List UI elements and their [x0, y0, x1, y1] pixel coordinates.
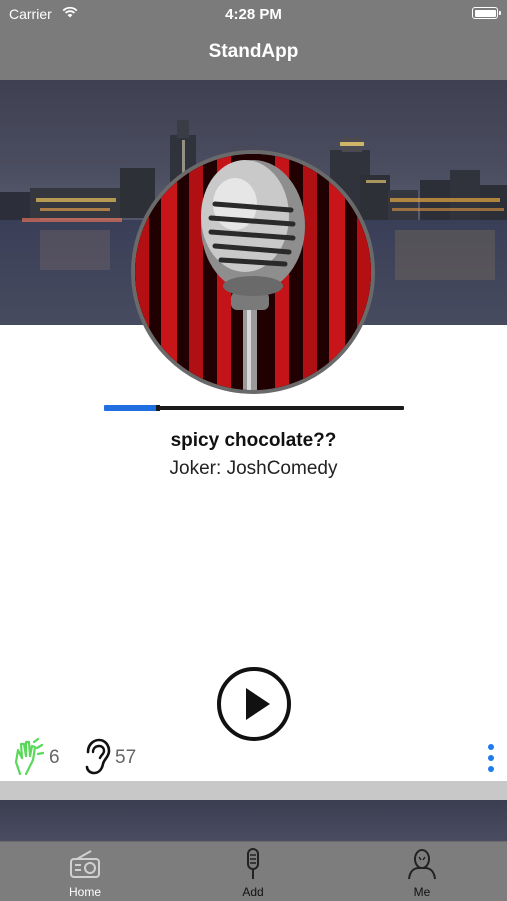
microphone-stage-image	[131, 150, 375, 394]
joke-title: spicy chocolate??	[170, 430, 337, 451]
battery-icon	[472, 7, 501, 19]
playback-progress-fill	[104, 405, 158, 411]
play-button[interactable]	[217, 667, 291, 741]
card-separator	[0, 781, 507, 800]
radio-icon	[70, 850, 100, 878]
ear-icon[interactable]	[82, 738, 112, 776]
playback-progress-handle[interactable]	[156, 405, 160, 411]
more-vertical-icon[interactable]	[486, 744, 496, 774]
status-time: 4:28 PM	[225, 6, 282, 23]
status-bar: Carrier 4:28 PM	[0, 0, 507, 28]
tab-bar: Home Add Me	[0, 841, 507, 901]
navigation-bar: StandApp	[0, 28, 507, 80]
tab-home-label: Home	[68, 885, 101, 899]
clapping-hands-icon[interactable]	[12, 738, 44, 776]
microphone-icon	[247, 848, 259, 879]
tab-me-label: Me	[413, 885, 431, 899]
listens-count: 57	[115, 747, 137, 768]
tab-add[interactable]: Add	[193, 842, 313, 901]
app-title: StandApp	[208, 41, 299, 62]
play-icon	[246, 688, 270, 720]
next-joke-card[interactable]	[0, 800, 507, 842]
tab-me[interactable]: Me	[362, 842, 482, 901]
claps-count: 6	[49, 747, 60, 768]
joke-author: Joker: JoshComedy	[169, 458, 338, 479]
user-icon	[408, 849, 436, 880]
tab-add-label: Add	[242, 885, 264, 899]
tab-home[interactable]: Home	[25, 842, 145, 901]
